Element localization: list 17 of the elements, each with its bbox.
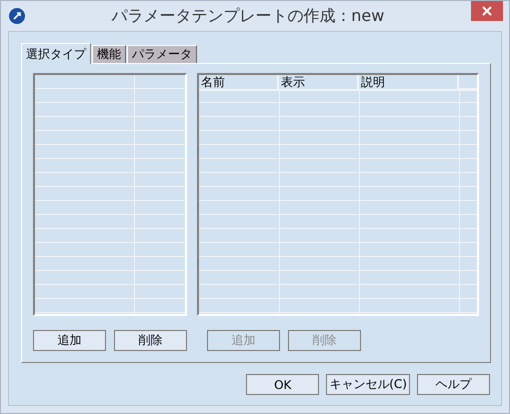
app-logo-icon xyxy=(9,8,25,24)
add-button[interactable]: 追加 xyxy=(33,330,106,351)
close-icon xyxy=(482,6,492,16)
delete-button[interactable]: 削除 xyxy=(114,330,187,351)
column-header[interactable]: 表示 xyxy=(278,75,359,89)
close-button[interactable] xyxy=(471,1,503,21)
tab[interactable]: 機能 xyxy=(92,45,126,63)
list-box[interactable] xyxy=(33,73,187,316)
ok-button[interactable]: OK xyxy=(246,374,320,395)
help-button[interactable]: ヘルプ xyxy=(417,374,490,395)
column-header[interactable]: 説明 xyxy=(358,75,459,89)
window-title: パラメータテンプレートの作成 : new xyxy=(110,5,386,27)
cancel-button[interactable]: キャンセル(C) xyxy=(326,374,410,395)
tab[interactable]: 選択タイプ xyxy=(21,43,91,64)
parameter-table[interactable]: 名前 表示 説明 xyxy=(196,73,479,316)
column-header[interactable]: 名前 xyxy=(198,75,279,89)
tab[interactable]: パラメータ xyxy=(127,45,197,63)
